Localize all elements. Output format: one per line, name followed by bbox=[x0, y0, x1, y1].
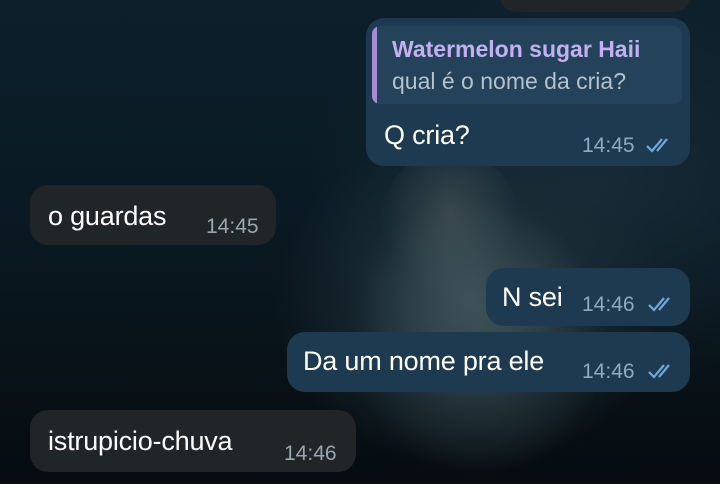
message-time: 14:46 bbox=[582, 360, 635, 383]
double-check-icon bbox=[648, 364, 670, 379]
message-time: 14:46 bbox=[284, 442, 337, 465]
double-check-icon bbox=[646, 138, 668, 153]
reply-author: Watermelon sugar Haii bbox=[392, 36, 641, 62]
message-time: 14:45 bbox=[206, 215, 259, 238]
message-text: Da um nome pra ele bbox=[303, 346, 545, 376]
message-bubble-outgoing[interactable]: Da um nome pra ele 14:46 bbox=[287, 332, 690, 392]
message-bubble-incoming[interactable]: istrupicio-chuva 14:46 bbox=[30, 410, 356, 472]
message-text: istrupicio-chuva bbox=[48, 426, 233, 456]
message-bubble-outgoing[interactable]: N sei 14:46 bbox=[486, 268, 690, 326]
reply-text: qual é o nome da cria? bbox=[392, 68, 626, 94]
previous-message-bubble[interactable] bbox=[500, 0, 690, 12]
reply-accent-bar bbox=[372, 26, 377, 104]
message-time: 14:45 bbox=[582, 134, 635, 157]
message-bubble-outgoing[interactable]: Watermelon sugar Haii qual é o nome da c… bbox=[366, 18, 690, 166]
message-text: Q cria? bbox=[384, 120, 470, 150]
message-time: 14:46 bbox=[582, 293, 635, 316]
reply-quote[interactable]: Watermelon sugar Haii qual é o nome da c… bbox=[372, 26, 682, 104]
message-text: N sei bbox=[502, 282, 563, 312]
double-check-icon bbox=[648, 297, 670, 312]
message-text: o guardas bbox=[48, 201, 167, 231]
message-bubble-incoming[interactable]: o guardas 14:45 bbox=[30, 185, 276, 245]
